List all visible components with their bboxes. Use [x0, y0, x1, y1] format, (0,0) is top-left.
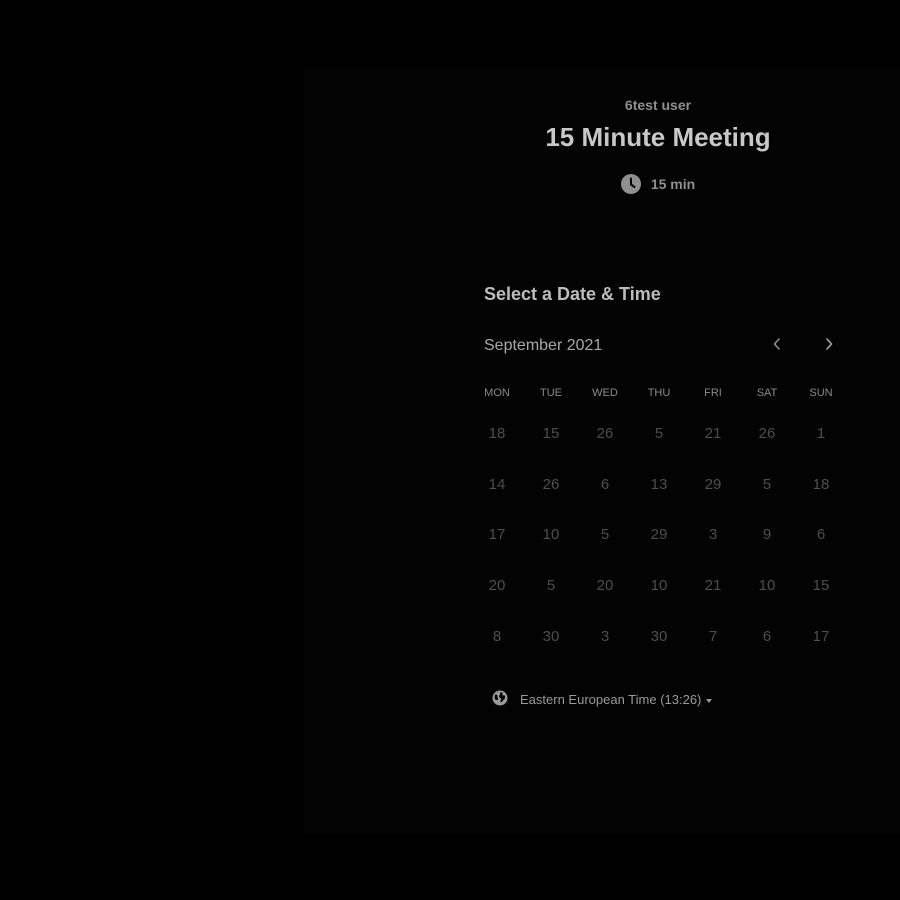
calendar-day: 6: [600, 475, 610, 493]
calendar-day: 15: [542, 424, 560, 442]
calendar-day: 26: [596, 424, 614, 442]
event-header: 6test user 15 Minute Meeting 15 min: [418, 96, 898, 199]
timezone-text: Eastern European Time (13:26): [520, 692, 702, 707]
calendar-day: 9: [762, 526, 772, 544]
calendar-day: 21: [704, 424, 722, 442]
weekday-label: TUE: [540, 387, 562, 399]
timezone-label: Eastern European Time (13:26): [520, 691, 713, 709]
calendar-day: 17: [812, 628, 830, 646]
select-date-time-title: Select a Date & Time: [484, 284, 661, 304]
duration-label: 15 min: [650, 176, 696, 192]
calendar-day: 17: [488, 526, 506, 544]
clock-icon: [620, 174, 641, 194]
chevron-right-icon: [824, 337, 834, 356]
booking-page: 6test user 15 Minute Meeting 15 min Sele…: [0, 0, 900, 900]
calendar-day: 20: [488, 577, 506, 595]
calendar-day: 10: [542, 526, 560, 544]
weekday-label: FRI: [704, 387, 722, 399]
next-month-button[interactable]: [818, 335, 840, 357]
weekday-label: MON: [484, 387, 510, 399]
weekday-label: WED: [592, 387, 618, 399]
weekday-label: SUN: [809, 387, 833, 399]
calendar-day: 29: [650, 526, 668, 544]
event-title: 15 Minute Meeting: [545, 122, 771, 152]
calendar-day: 14: [488, 475, 506, 493]
calendar-day: 26: [542, 475, 560, 493]
calendar-day: 6: [816, 526, 826, 544]
calendar-day: 6: [762, 628, 772, 646]
event-duration: 15 min: [620, 174, 696, 194]
calendar-day: 10: [650, 577, 668, 595]
calendar-day: 8: [492, 628, 502, 646]
calendar-day: 20: [596, 577, 614, 595]
calendar-day: 1: [816, 424, 826, 442]
host-name: 6test user: [624, 97, 692, 113]
calendar-day: 30: [650, 628, 668, 646]
timezone-selector[interactable]: Eastern European Time (13:26): [492, 690, 713, 711]
calendar-grid: 18 15 26 5 21 26 1 14 26 6 13 29 5 18 17…: [470, 408, 848, 662]
month-label: September 2021: [484, 337, 603, 354]
calendar-day: 26: [758, 424, 776, 442]
chevron-left-icon: [772, 337, 782, 356]
weekday-label: SAT: [756, 387, 778, 399]
calendar-day: 13: [650, 475, 668, 493]
caret-down-icon: [706, 698, 713, 703]
weekday-label: THU: [647, 387, 671, 399]
calendar-day: 5: [546, 577, 556, 595]
month-navigation: September 2021: [484, 335, 854, 357]
globe-icon: [492, 690, 508, 711]
calendar-day: 3: [600, 628, 610, 646]
calendar-day: 15: [812, 577, 830, 595]
calendar-day: 21: [704, 577, 722, 595]
calendar-day: 7: [708, 628, 718, 646]
calendar-day: 29: [704, 475, 722, 493]
weekday-header: MON TUE WED THU FRI SAT SUN: [470, 386, 848, 400]
calendar-day: 18: [812, 475, 830, 493]
previous-month-button[interactable]: [766, 335, 788, 357]
calendar-day: 30: [542, 628, 560, 646]
calendar-day: 5: [762, 475, 772, 493]
calendar-day: 10: [758, 577, 776, 595]
calendar-day: 18: [488, 424, 506, 442]
calendar-day: 5: [654, 424, 664, 442]
calendar-day: 5: [600, 526, 610, 544]
calendar-day: 3: [708, 526, 718, 544]
